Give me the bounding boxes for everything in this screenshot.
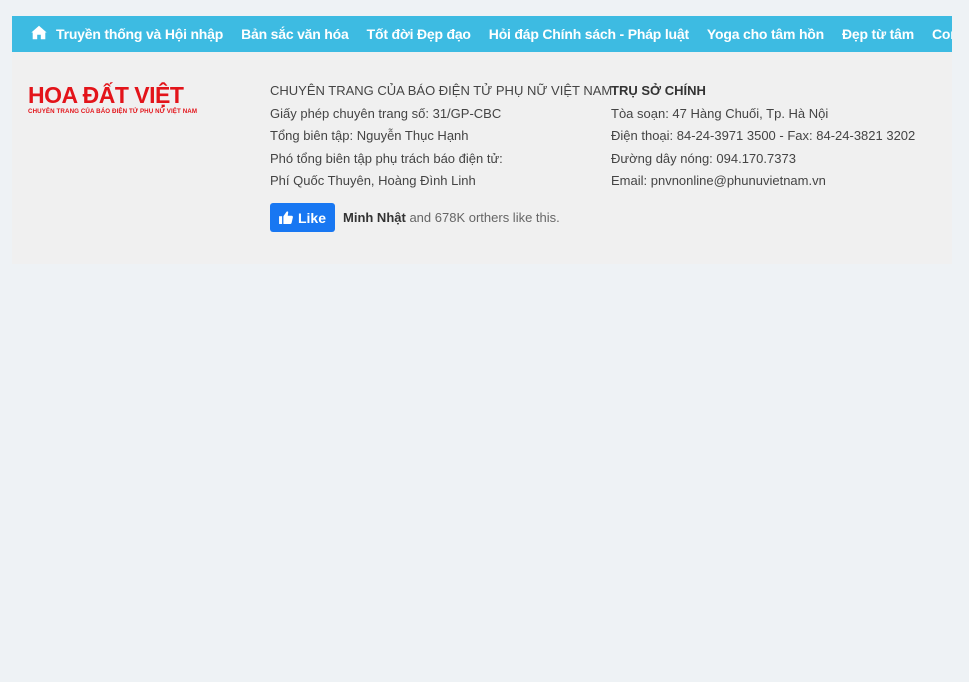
facebook-like-label: Like — [297, 209, 326, 226]
nav-menu: Truyền thống và Hội nhập Bản sắc văn hóa… — [56, 16, 952, 52]
office-address: Tòa soạn: 47 Hàng Chuối, Tp. Hà Nội — [611, 105, 829, 121]
facebook-like-text: and 678K orthers like this. — [409, 210, 560, 225]
facebook-like-button[interactable]: Like — [270, 203, 335, 232]
info-line: Giấy phép chuyên trang số: 31/GP-CBC — [270, 105, 502, 121]
office-email[interactable]: Email: pnvnonline@phunuvietnam.vn — [611, 170, 915, 193]
publisher-info: CHUYÊN TRANG CỦA BÁO ĐIỆN TỬ PHỤ NỮ VIỆT… — [270, 80, 612, 193]
office-heading: TRỤ SỞ CHÍNH — [611, 83, 706, 98]
nav-item-yoga[interactable]: Yoga cho tâm hồn — [707, 26, 824, 42]
office-hotline: Đường dây nóng: 094.170.7373 — [611, 150, 796, 166]
info-line: CHUYÊN TRANG CỦA BÁO ĐIỆN TỬ PHỤ NỮ VIỆT… — [270, 83, 613, 98]
home-icon[interactable] — [30, 24, 48, 42]
office-phone: Điện thoại: 84-24-3971 3500 - Fax: 84-24… — [611, 128, 916, 144]
main-nav: Truyền thống và Hội nhập Bản sắc văn hóa… — [12, 16, 952, 52]
info-line: Tổng biên tập: Nguyễn Thục Hạnh — [270, 128, 469, 144]
nav-item-tot-doi[interactable]: Tốt đời Đẹp đạo — [367, 26, 471, 42]
info-line: Phí Quốc Thuyên, Hoàng Đình Linh — [270, 173, 476, 189]
facebook-like-count: Minh Nhật and 678K orthers like this. — [343, 210, 560, 225]
facebook-friend-name[interactable]: Minh Nhật — [343, 210, 406, 225]
site-logo[interactable]: HOA ĐẤT VIỆT CHUYÊN TRANG CỦA BÁO ĐIỆN T… — [28, 82, 198, 122]
facebook-like-widget: Like Minh Nhật and 678K orthers like thi… — [270, 203, 560, 232]
office-info: TRỤ SỞ CHÍNH Tòa soạn: 47 Hàng Chuối, Tp… — [611, 80, 915, 193]
thumbs-up-icon — [279, 211, 293, 224]
logo-subtitle: CHUYÊN TRANG CỦA BÁO ĐIỆN TỬ PHỤ NỮ VIỆT… — [28, 108, 198, 115]
nav-item-con[interactable]: Con — [932, 26, 952, 42]
logo-title: HOA ĐẤT VIỆT — [28, 82, 184, 108]
nav-item-ban-sac[interactable]: Bản sắc văn hóa — [241, 26, 349, 42]
nav-item-hoi-dap[interactable]: Hỏi đáp Chính sách - Pháp luật — [489, 26, 689, 42]
nav-item-dep-tu-tam[interactable]: Đẹp từ tâm — [842, 26, 914, 42]
info-line: Phó tổng biên tập phụ trách báo điện tử: — [270, 150, 503, 166]
site-footer: HOA ĐẤT VIỆT CHUYÊN TRANG CỦA BÁO ĐIỆN T… — [12, 52, 952, 264]
nav-item-truyen-thong[interactable]: Truyền thống và Hội nhập — [56, 26, 223, 42]
